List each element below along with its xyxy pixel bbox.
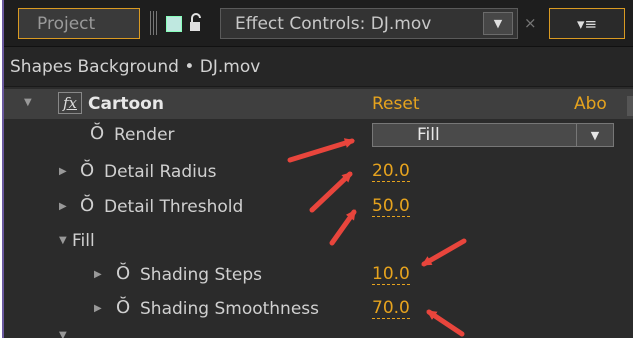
shading-steps-value[interactable]: 10.0 bbox=[372, 265, 410, 285]
stopwatch-icon[interactable]: Ŏ bbox=[116, 297, 130, 318]
property-row-shading-steps: ▶ Ŏ Shading Steps 10.0 bbox=[4, 260, 633, 290]
scrollbar[interactable] bbox=[627, 96, 633, 116]
lock-icon[interactable] bbox=[188, 13, 204, 33]
tab-project-label: Project bbox=[37, 13, 96, 34]
property-label: Detail Radius bbox=[104, 162, 217, 182]
property-row-detail-threshold: ▶ Ŏ Detail Threshold 50.0 bbox=[4, 192, 633, 222]
shading-smoothness-value[interactable]: 70.0 bbox=[372, 299, 410, 319]
property-label: Shading Smoothness bbox=[140, 299, 320, 319]
tab-project[interactable]: Project bbox=[18, 8, 140, 39]
panel-menu-icon: ▾≡ bbox=[576, 14, 598, 33]
stopwatch-icon[interactable]: Ŏ bbox=[80, 195, 94, 216]
stopwatch-icon[interactable]: Ŏ bbox=[80, 160, 94, 181]
property-row-partial: ▼ bbox=[4, 326, 633, 338]
expand-triangle-icon[interactable]: ▶ bbox=[94, 269, 102, 280]
group-label: Fill bbox=[72, 231, 95, 251]
tab-dropdown-button[interactable]: ▼ bbox=[483, 12, 513, 35]
close-icon[interactable]: × bbox=[524, 14, 537, 32]
clip-header: Shapes Background • DJ.mov bbox=[4, 47, 633, 87]
property-label: Detail Threshold bbox=[104, 197, 244, 217]
fx-icon[interactable]: fx bbox=[58, 92, 82, 114]
tab-effect-controls[interactable]: Effect Controls: DJ.mov ▼ bbox=[220, 8, 518, 39]
clip-header-label: Shapes Background • DJ.mov bbox=[10, 56, 261, 77]
expand-triangle-icon[interactable]: ▼ bbox=[59, 330, 67, 338]
property-label: Render bbox=[114, 125, 175, 145]
property-label: Shading Steps bbox=[140, 265, 263, 285]
panel-tab-bar: Project Effect Controls: DJ.mov ▼ × ▾≡ bbox=[4, 0, 633, 47]
property-row-shading-smoothness: ▶ Ŏ Shading Smoothness 70.0 bbox=[4, 294, 633, 324]
render-select[interactable]: Fill ▼ bbox=[372, 123, 614, 147]
stopwatch-icon[interactable]: Ŏ bbox=[90, 123, 104, 144]
panel-menu-button[interactable]: ▾≡ bbox=[549, 8, 625, 39]
label-color-swatch-icon bbox=[166, 16, 182, 32]
property-row-detail-radius: ▶ Ŏ Detail Radius 20.0 bbox=[4, 157, 633, 187]
render-select-value: Fill bbox=[417, 125, 440, 145]
detail-radius-value[interactable]: 20.0 bbox=[372, 162, 410, 182]
effect-row-cartoon[interactable]: ▼ fx Cartoon Reset Abo bbox=[4, 89, 633, 119]
effect-name: Cartoon bbox=[88, 94, 164, 114]
expand-triangle-icon[interactable]: ▶ bbox=[94, 303, 102, 314]
chevron-down-icon: ▼ bbox=[576, 124, 613, 146]
property-row-render: Ŏ Render Fill ▼ bbox=[4, 120, 633, 150]
stopwatch-icon[interactable]: Ŏ bbox=[116, 263, 130, 284]
property-group-fill[interactable]: ▼ Fill bbox=[4, 226, 633, 256]
expand-triangle-icon[interactable]: ▼ bbox=[24, 97, 32, 108]
about-link[interactable]: Abo bbox=[574, 94, 607, 114]
expand-triangle-icon[interactable]: ▶ bbox=[59, 201, 67, 212]
chevron-down-icon: ▼ bbox=[493, 17, 503, 30]
tab-effect-controls-label: Effect Controls: DJ.mov bbox=[235, 13, 432, 34]
expand-triangle-icon[interactable]: ▶ bbox=[59, 166, 67, 177]
reset-link[interactable]: Reset bbox=[372, 94, 420, 114]
expand-triangle-icon[interactable]: ▼ bbox=[59, 235, 67, 246]
effect-controls-panel: Project Effect Controls: DJ.mov ▼ × ▾≡ S… bbox=[2, 0, 633, 338]
drag-grip-icon[interactable] bbox=[150, 11, 158, 35]
detail-threshold-value[interactable]: 50.0 bbox=[372, 197, 410, 217]
